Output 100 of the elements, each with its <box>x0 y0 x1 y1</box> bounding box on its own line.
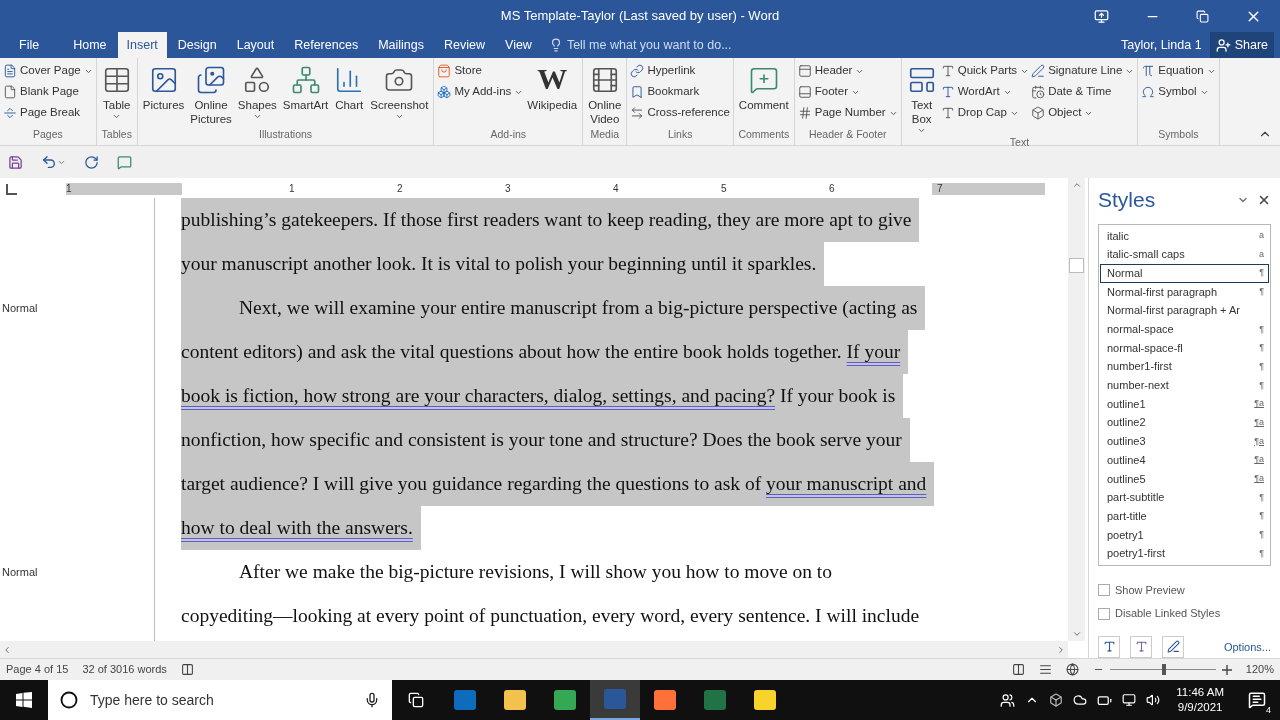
ribbon-button[interactable]: Equation <box>1141 62 1216 80</box>
ribbon-button[interactable]: Table <box>99 62 134 121</box>
ribbon-button[interactable]: Comment <box>736 62 791 112</box>
web-layout-icon[interactable] <box>1065 663 1079 676</box>
new-comment-icon[interactable] <box>117 154 132 170</box>
ribbon-button[interactable]: Online Video <box>586 62 624 126</box>
read-mode-icon[interactable] <box>1011 663 1025 676</box>
proofing-icon[interactable] <box>180 663 194 676</box>
clock-date[interactable]: 9/9/2021 <box>1177 700 1223 715</box>
ribbon-display-icon[interactable] <box>1094 8 1109 24</box>
ribbon-tab[interactable]: Layout <box>227 32 284 58</box>
ribbon-button[interactable]: SmartArt <box>280 62 331 112</box>
scrollbar-thumb[interactable] <box>1069 258 1084 273</box>
cloud-icon[interactable] <box>1073 693 1088 707</box>
print-layout-icon[interactable] <box>1038 663 1052 676</box>
user-name[interactable]: Taylor, Linda 1 <box>1121 32 1202 58</box>
scroll-down-icon[interactable] <box>1071 629 1082 639</box>
ribbon-button[interactable]: Shapes <box>235 62 279 121</box>
restore-icon[interactable] <box>1196 9 1209 23</box>
save-icon[interactable] <box>8 154 23 170</box>
network-icon[interactable] <box>1122 693 1137 707</box>
style-item[interactable]: italic a <box>1100 226 1269 246</box>
style-item[interactable]: Normal-first paragraph + Ar <box>1100 301 1269 320</box>
page-count[interactable]: Page 4 of 15 <box>6 661 69 678</box>
ribbon-tab[interactable]: Design <box>168 32 226 58</box>
options-link[interactable]: Options... <box>1223 638 1271 656</box>
ribbon-button[interactable]: Signature Line <box>1031 62 1135 80</box>
ribbon-tab[interactable]: Review <box>435 32 494 58</box>
tab-selector-icon[interactable] <box>6 183 17 195</box>
ribbon-button[interactable]: Cross-reference <box>630 104 730 122</box>
share-button[interactable]: Share <box>1209 32 1274 58</box>
ribbon-button[interactable]: Page Number <box>797 104 898 122</box>
people-icon[interactable] <box>1000 692 1016 708</box>
style-item[interactable]: Normal ¶ <box>1100 263 1269 283</box>
style-item[interactable]: outline1 ¶a <box>1100 394 1269 414</box>
tell-me-field[interactable]: Tell me what you want to do... <box>566 35 767 55</box>
ribbon-button[interactable]: Date & Time <box>1031 83 1135 101</box>
ribbon-button[interactable]: W Wikipedia <box>525 62 580 112</box>
zoom-slider[interactable] <box>1109 664 1216 675</box>
ribbon-button[interactable]: Pictures <box>140 62 187 112</box>
scroll-left-icon[interactable] <box>2 644 12 655</box>
ribbon-tab[interactable]: View <box>496 32 541 58</box>
ribbon-button[interactable]: WordArt <box>940 83 1030 101</box>
style-item[interactable]: normal-space-fl ¶ <box>1100 338 1269 358</box>
scroll-up-icon[interactable] <box>1071 180 1082 190</box>
new-style-button[interactable] <box>1098 635 1120 658</box>
ribbon-button[interactable]: Chart <box>332 62 367 112</box>
style-inspector-button[interactable] <box>1130 635 1152 658</box>
volume-icon[interactable] <box>1146 693 1161 707</box>
style-item[interactable]: poetry1-first ¶ <box>1100 544 1269 563</box>
task-view-icon[interactable] <box>408 692 424 708</box>
ribbon-button[interactable]: Drop Cap <box>940 104 1030 122</box>
ribbon-button[interactable]: Hyperlink <box>630 62 730 80</box>
ribbon-tab[interactable]: References <box>285 32 368 58</box>
tray-app-icon[interactable] <box>1049 693 1064 707</box>
ribbon-button[interactable]: Symbol <box>1141 83 1216 101</box>
style-item[interactable]: normal-space ¶ <box>1100 319 1269 339</box>
ribbon-button[interactable]: Quick Parts <box>940 62 1030 80</box>
ribbon-button[interactable]: My Add-ins <box>437 83 524 101</box>
microphone-icon[interactable] <box>364 692 380 708</box>
ribbon-tab[interactable]: Insert <box>117 32 167 58</box>
redo-icon[interactable] <box>84 154 99 170</box>
search-bar[interactable]: Type here to search <box>48 680 392 720</box>
ribbon-tab[interactable]: Mailings <box>369 32 433 58</box>
style-item[interactable]: Normal-first paragraph ¶ <box>1100 282 1269 302</box>
style-item[interactable]: poetry1 ¶ <box>1100 525 1269 545</box>
ribbon-button[interactable]: Page Break <box>3 104 93 122</box>
style-item[interactable]: number-next ¶ <box>1100 376 1269 395</box>
scroll-right-icon[interactable] <box>1056 644 1066 655</box>
ribbon-button[interactable]: Footer <box>797 83 898 101</box>
ribbon-button[interactable]: Text Box <box>904 62 939 135</box>
ribbon-button[interactable]: Object <box>1031 104 1135 122</box>
clock-time[interactable]: 11:46 AM <box>1176 685 1224 700</box>
undo-icon[interactable] <box>41 154 57 170</box>
ribbon-button[interactable]: Online Pictures <box>188 62 234 126</box>
ribbon-button[interactable]: Blank Page <box>3 83 93 101</box>
zoom-in-icon[interactable] <box>1221 664 1232 675</box>
ribbon-button[interactable]: Screenshot <box>368 62 431 121</box>
style-item[interactable]: part-title ¶ <box>1100 506 1269 526</box>
style-item[interactable]: outline4 ¶a <box>1100 450 1269 470</box>
checkbox[interactable] <box>1098 607 1110 620</box>
word-count[interactable]: 32 of 3016 words <box>82 661 167 678</box>
ribbon-tab[interactable]: Home <box>64 32 116 58</box>
notifications-icon[interactable] <box>1248 691 1266 709</box>
style-item[interactable]: italic-small caps a <box>1100 245 1269 264</box>
ribbon-button[interactable]: Bookmark <box>630 83 730 101</box>
checkbox[interactable] <box>1098 584 1110 597</box>
ribbon-tab[interactable]: File <box>10 32 49 58</box>
horizontal-scrollbar[interactable] <box>0 641 1068 658</box>
style-item[interactable]: number1-first ¶ <box>1100 357 1269 376</box>
ribbon-button[interactable]: Store <box>437 62 524 80</box>
search-field[interactable]: Type here to search <box>90 689 352 711</box>
zoom-level[interactable]: 120% <box>1245 661 1274 678</box>
style-item[interactable]: outline3 ¶a <box>1100 432 1269 451</box>
ribbon-button[interactable]: Cover Page <box>3 62 93 80</box>
cortana-icon[interactable] <box>60 691 78 709</box>
manage-styles-button[interactable] <box>1162 635 1184 658</box>
zoom-thumb[interactable] <box>1161 664 1166 675</box>
ribbon-button[interactable]: Header <box>797 62 898 80</box>
vertical-scrollbar[interactable] <box>1068 178 1085 641</box>
